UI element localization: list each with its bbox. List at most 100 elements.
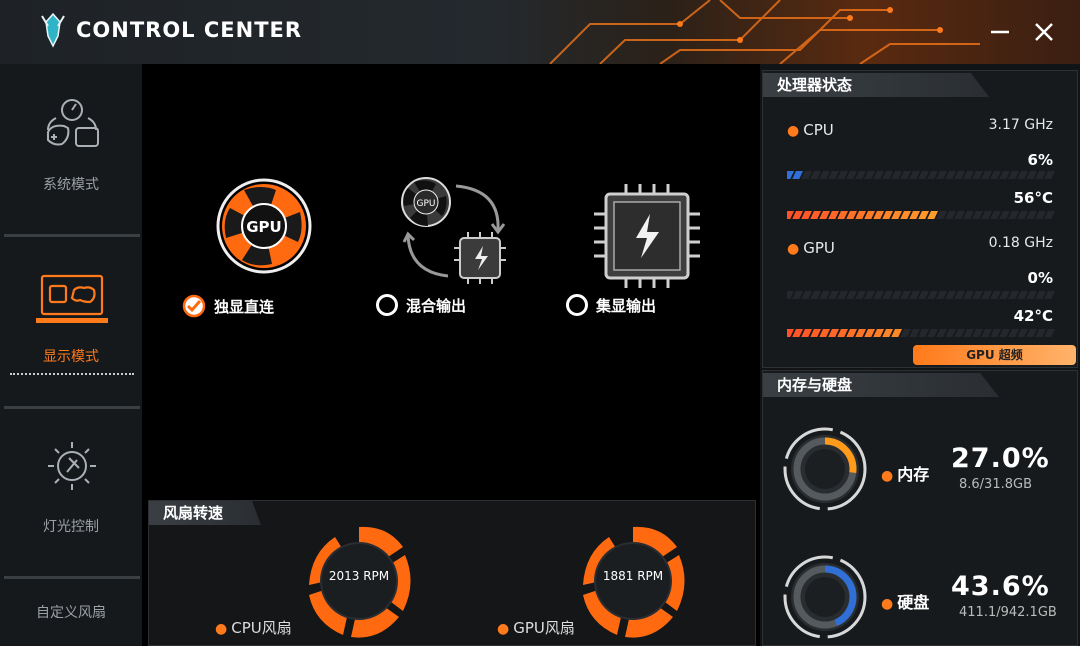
bar-segment bbox=[801, 171, 812, 179]
laptop-gamepad-icon bbox=[36, 274, 108, 323]
bar-segment bbox=[1026, 211, 1037, 219]
fan-panel-title: 风扇转速 bbox=[149, 501, 261, 525]
bar-segment bbox=[900, 329, 911, 337]
bar-segment bbox=[801, 329, 812, 337]
memory-disk-box: 内存与硬盘 ● 内存 27.0% 8.6/31.8GB ● 硬盘 43.6% 411… bbox=[762, 370, 1078, 646]
bar-segment bbox=[999, 329, 1010, 337]
bar-segment bbox=[945, 211, 956, 219]
bar-segment bbox=[900, 171, 911, 179]
memory-ring-gauge bbox=[783, 427, 867, 511]
bar-segment bbox=[1017, 291, 1028, 299]
bar-segment bbox=[990, 211, 1001, 219]
minimize-button[interactable] bbox=[982, 14, 1018, 50]
bar-segment bbox=[891, 171, 902, 179]
bar-segment bbox=[828, 171, 839, 179]
bar-segment bbox=[1044, 171, 1055, 179]
disk-detail: 411.1/942.1GB bbox=[959, 605, 1057, 620]
bar-segment bbox=[1026, 171, 1037, 179]
bar-segment bbox=[846, 329, 857, 337]
gamepad-speed-icon bbox=[47, 99, 99, 147]
bar-segment bbox=[837, 211, 848, 219]
sidebar-item-light-control[interactable]: 灯光控制 bbox=[0, 424, 142, 574]
sidebar-item-system-mode[interactable]: 系统模式 bbox=[0, 86, 142, 236]
bar-segment bbox=[882, 291, 893, 299]
title-bar: CONTROL CENTER bbox=[0, 0, 1080, 64]
bar-segment bbox=[864, 171, 875, 179]
processor-status-box: 处理器状态 ● CPU 3.17 GHz 6% 56°C ● GPU 0.18 GH… bbox=[762, 70, 1078, 368]
bar-segment bbox=[918, 329, 929, 337]
bar-segment bbox=[909, 211, 920, 219]
cpu-usage: 6% bbox=[1027, 151, 1053, 169]
bar-segment bbox=[972, 329, 983, 337]
close-button[interactable] bbox=[1026, 14, 1062, 50]
bar-segment bbox=[963, 291, 974, 299]
hybrid-option[interactable]: 混合输出 bbox=[376, 294, 466, 316]
bar-segment bbox=[918, 171, 929, 179]
sidebar-divider bbox=[4, 576, 140, 579]
bar-segment bbox=[1035, 291, 1046, 299]
bar-segment bbox=[891, 329, 902, 337]
bar-segment bbox=[846, 211, 857, 219]
bar-segment bbox=[936, 171, 947, 179]
bar-segment bbox=[828, 211, 839, 219]
bar-segment bbox=[1026, 329, 1037, 337]
bar-segment bbox=[837, 291, 848, 299]
disk-ring-gauge bbox=[783, 555, 867, 639]
bar-segment bbox=[1035, 211, 1046, 219]
bar-segment bbox=[1008, 171, 1019, 179]
bar-segment bbox=[1044, 329, 1055, 337]
radio-button[interactable] bbox=[566, 294, 588, 316]
gpu-overclock-button[interactable]: GPU 超频 bbox=[913, 345, 1076, 365]
bar-segment bbox=[945, 329, 956, 337]
bar-segment bbox=[972, 171, 983, 179]
active-indicator bbox=[10, 373, 134, 375]
bar-segment bbox=[864, 291, 875, 299]
bar-segment bbox=[900, 211, 911, 219]
gpu-usage-bar bbox=[787, 291, 1055, 299]
mode-hybrid[interactable]: GPU 混合输出 bbox=[376, 176, 520, 326]
bar-segment bbox=[810, 171, 821, 179]
gpu-temperature: 42°C bbox=[1013, 307, 1053, 325]
bar-segment bbox=[801, 291, 812, 299]
gpu-fan-icon: GPU bbox=[216, 178, 312, 274]
bar-segment bbox=[1017, 211, 1028, 219]
bar-segment bbox=[828, 329, 839, 337]
bar-segment bbox=[999, 211, 1010, 219]
bar-segment bbox=[981, 291, 992, 299]
disk-label: ● 硬盘 bbox=[881, 593, 930, 612]
bar-segment bbox=[963, 171, 974, 179]
bar-segment bbox=[927, 291, 938, 299]
bar-segment bbox=[792, 171, 803, 179]
bar-segment bbox=[873, 171, 884, 179]
cpu-temp-bar bbox=[787, 211, 1055, 219]
bar-segment bbox=[792, 211, 803, 219]
bar-segment bbox=[963, 211, 974, 219]
bar-segment bbox=[1035, 171, 1046, 179]
sidebar-item-custom-fan[interactable]: 自定义风扇 bbox=[0, 594, 142, 634]
bar-segment bbox=[990, 171, 1001, 179]
gpu-usage: 0% bbox=[1027, 269, 1053, 287]
sidebar-item-label: 自定义风扇 bbox=[36, 605, 106, 621]
mode-discrete-gpu[interactable]: GPU 独显直连 bbox=[182, 176, 332, 326]
gpu-label: ● GPU bbox=[787, 239, 835, 257]
memory-detail: 8.6/31.8GB bbox=[959, 477, 1032, 492]
integrated-option[interactable]: 集显输出 bbox=[566, 294, 656, 316]
bar-segment bbox=[909, 291, 920, 299]
discrete-gpu-option[interactable]: 独显直连 bbox=[182, 294, 274, 318]
bar-segment bbox=[918, 211, 929, 219]
hybrid-icon-text: GPU bbox=[417, 199, 436, 209]
ring-center bbox=[805, 449, 845, 489]
radio-checked-icon[interactable] bbox=[182, 294, 206, 318]
cpu-fan-rpm: 2013 RPM bbox=[328, 569, 390, 583]
gpu-fan-icon-text: GPU bbox=[246, 218, 282, 236]
bar-segment bbox=[909, 329, 920, 337]
radio-button[interactable] bbox=[376, 294, 398, 316]
bar-segment bbox=[981, 329, 992, 337]
sidebar-item-display-mode[interactable]: 显示模式 bbox=[0, 254, 142, 384]
mode-integrated[interactable]: 集显输出 bbox=[566, 176, 712, 326]
processor-title: 处理器状态 bbox=[763, 73, 989, 97]
bar-segment bbox=[999, 171, 1010, 179]
hybrid-output-icon: GPU bbox=[401, 177, 506, 284]
gpu-fan-rpm: 1881 RPM bbox=[602, 569, 664, 583]
sidebar-item-label: 系统模式 bbox=[43, 177, 99, 193]
